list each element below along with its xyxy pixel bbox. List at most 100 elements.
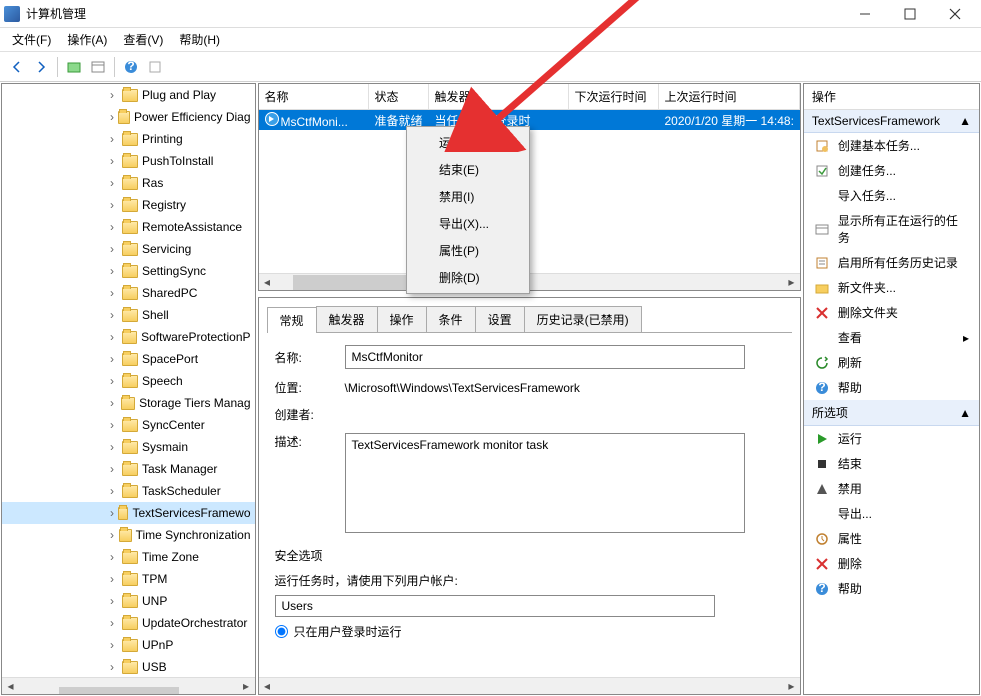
folder-icon xyxy=(122,177,138,190)
tree-item[interactable]: ›Time Synchronization xyxy=(2,524,255,546)
action-item[interactable]: 新文件夹... xyxy=(804,275,979,300)
tree-item[interactable]: ›SoftwareProtectionP xyxy=(2,326,255,348)
tree-item[interactable]: ›Servicing xyxy=(2,238,255,260)
menu-help[interactable]: 帮助(H) xyxy=(173,29,226,50)
tree-item[interactable]: ›SpacePort xyxy=(2,348,255,370)
action-item[interactable]: ?帮助 xyxy=(804,576,979,601)
tool-icon-2[interactable] xyxy=(87,56,109,78)
tree-item[interactable]: ›RemoteAssistance xyxy=(2,216,255,238)
tab[interactable]: 常规 xyxy=(267,307,317,333)
col-last-run[interactable]: 上次运行时间 xyxy=(659,84,800,109)
col-trigger[interactable]: 触发器 xyxy=(429,84,569,109)
tree-item[interactable]: ›USB xyxy=(2,656,255,676)
col-status[interactable]: 状态 xyxy=(369,84,429,109)
tree-item[interactable]: ›UNP xyxy=(2,590,255,612)
desc-field[interactable]: TextServicesFramework monitor task xyxy=(345,433,745,533)
tab[interactable]: 设置 xyxy=(475,306,525,332)
tree-item[interactable]: ›Time Zone xyxy=(2,546,255,568)
detail-hscroll[interactable]: ◂ ▸ xyxy=(259,677,800,694)
tab[interactable]: 历史记录(已禁用) xyxy=(524,306,642,332)
action-item[interactable]: ?帮助 xyxy=(804,375,979,400)
tree-item-label: Time Zone xyxy=(142,550,199,564)
action-item[interactable]: 导入任务... xyxy=(804,183,979,208)
tree-item[interactable]: ›TPM xyxy=(2,568,255,590)
back-button[interactable] xyxy=(6,56,28,78)
tree-item[interactable]: ›TaskScheduler xyxy=(2,480,255,502)
tool-icon-1[interactable] xyxy=(63,56,85,78)
context-menu-item[interactable]: 导出(X)... xyxy=(409,210,527,237)
radio-logged-in[interactable] xyxy=(275,625,288,638)
action-item[interactable]: 显示所有正在运行的任务 xyxy=(804,208,979,250)
action-item[interactable]: 删除文件夹 xyxy=(804,300,979,325)
minimize-button[interactable] xyxy=(842,0,887,28)
folder-icon xyxy=(122,419,138,432)
menu-file[interactable]: 文件(F) xyxy=(6,29,57,50)
tree-item[interactable]: ›Storage Tiers Manag xyxy=(2,392,255,414)
context-menu-item[interactable]: 删除(D) xyxy=(409,264,527,291)
action-item[interactable]: 导出... xyxy=(804,501,979,526)
context-menu-item[interactable]: 禁用(I) xyxy=(409,183,527,210)
folder-icon xyxy=(122,617,138,630)
maximize-button[interactable] xyxy=(887,0,932,28)
context-menu-item[interactable]: 运行(R) xyxy=(409,129,527,156)
chevron-right-icon: › xyxy=(110,528,119,542)
action-item[interactable]: 创建任务... xyxy=(804,158,979,183)
forward-button[interactable] xyxy=(30,56,52,78)
action-item[interactable]: 创建基本任务... xyxy=(804,133,979,158)
action-item[interactable]: 刷新 xyxy=(804,350,979,375)
action-item-label: 属性 xyxy=(838,530,862,547)
action-item[interactable]: 查看▸ xyxy=(804,325,979,350)
folder-icon xyxy=(119,529,132,542)
tool-icon-3[interactable] xyxy=(144,56,166,78)
tree-item[interactable]: › Speech xyxy=(2,370,255,392)
tab[interactable]: 操作 xyxy=(377,306,427,332)
context-menu-item[interactable]: 属性(P) xyxy=(409,237,527,264)
tree-item[interactable]: ›TextServicesFramewo xyxy=(2,502,255,524)
tree-item[interactable]: ›Shell xyxy=(2,304,255,326)
help-icon: ? xyxy=(814,380,830,396)
tree-hscroll[interactable]: ◂ ▸ xyxy=(2,677,255,694)
tree-item[interactable]: ›UPnP xyxy=(2,634,255,656)
menu-view[interactable]: 查看(V) xyxy=(117,29,169,50)
tree-item-label: Speech xyxy=(142,374,183,388)
action-item[interactable]: 禁用 xyxy=(804,476,979,501)
action-item[interactable]: 启用所有任务历史记录 xyxy=(804,250,979,275)
tree-item[interactable]: ›SettingSync xyxy=(2,260,255,282)
action-item-label: 启用所有任务历史记录 xyxy=(838,254,958,271)
tree-item[interactable]: ›Printing xyxy=(2,128,255,150)
tree-list[interactable]: ›Plug and Play›Power Efficiency Diag›Pri… xyxy=(2,84,255,676)
tree-item[interactable]: ›SyncCenter xyxy=(2,414,255,436)
tree-item[interactable]: ›Power Efficiency Diag xyxy=(2,106,255,128)
menu-action[interactable]: 操作(A) xyxy=(61,29,113,50)
col-next-run[interactable]: 下次运行时间 xyxy=(569,84,659,109)
close-button[interactable] xyxy=(932,0,977,28)
chevron-right-icon: › xyxy=(110,374,122,388)
tree-item[interactable]: ›UpdateOrchestrator xyxy=(2,612,255,634)
col-name[interactable]: 名称 xyxy=(259,84,369,109)
tree-item[interactable]: ›Plug and Play xyxy=(2,84,255,106)
help-button[interactable]: ? xyxy=(120,56,142,78)
context-menu-item[interactable]: 结束(E) xyxy=(409,156,527,183)
tree-item[interactable]: ›Registry xyxy=(2,194,255,216)
tree-item[interactable]: ›PushToInstall xyxy=(2,150,255,172)
security-prompt: 运行任务时，请使用下列用户帐户: xyxy=(275,572,784,589)
action-item[interactable]: 删除 xyxy=(804,551,979,576)
actions-section1-title[interactable]: TextServicesFramework ▲ xyxy=(804,110,979,133)
tab[interactable]: 条件 xyxy=(426,306,476,332)
action-item[interactable]: 属性 xyxy=(804,526,979,551)
actions-section2-title[interactable]: 所选项 ▲ xyxy=(804,400,979,426)
chevron-right-icon: › xyxy=(110,484,122,498)
end-icon xyxy=(814,456,830,472)
tab[interactable]: 触发器 xyxy=(316,306,378,332)
action-item[interactable]: 结束 xyxy=(804,451,979,476)
action-item-label: 删除 xyxy=(838,555,862,572)
tree-item[interactable]: ›Sysmain xyxy=(2,436,255,458)
tree-item[interactable]: ›Task Manager xyxy=(2,458,255,480)
tree-item[interactable]: ›Ras xyxy=(2,172,255,194)
name-field[interactable]: MsCtfMonitor xyxy=(345,345,745,369)
tree-item[interactable]: ›SharedPC xyxy=(2,282,255,304)
folder-icon xyxy=(122,331,138,344)
action-item[interactable]: 运行 xyxy=(804,426,979,451)
task-list-header: 名称 状态 触发器 下次运行时间 上次运行时间 xyxy=(259,84,800,110)
action-item-label: 删除文件夹 xyxy=(838,304,898,321)
